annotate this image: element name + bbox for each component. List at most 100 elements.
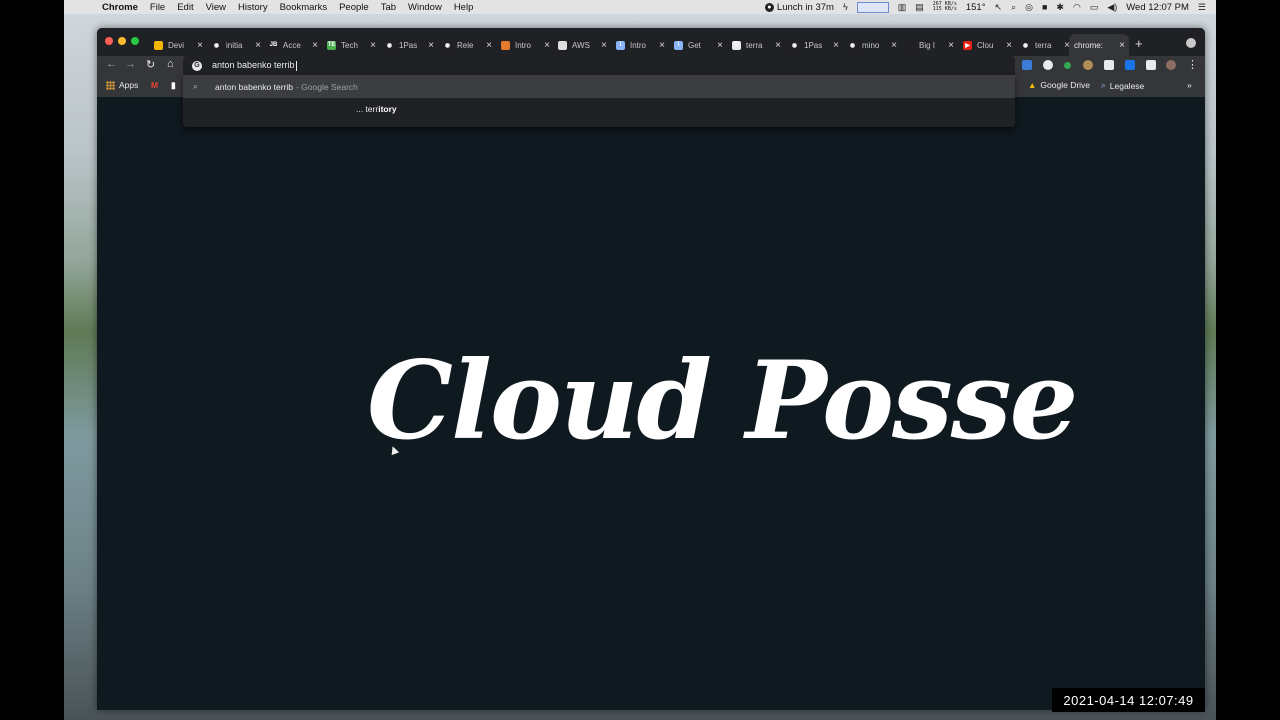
- bookmarks-overflow-chevron[interactable]: »: [1187, 80, 1192, 90]
- tab[interactable]: ◉ mino ×: [844, 34, 901, 56]
- tab[interactable]: Gterra ×: [728, 34, 785, 56]
- tab-title: terra: [1035, 40, 1052, 50]
- address-bar-input[interactable]: anton babenko terrib: [212, 60, 297, 71]
- display-icon[interactable]: ■: [1042, 2, 1047, 12]
- menu-file[interactable]: File: [150, 2, 165, 13]
- target-icon[interactable]: ◎: [1025, 2, 1033, 13]
- tab-close-icon[interactable]: ×: [889, 40, 899, 51]
- tab-close-icon[interactable]: ×: [657, 40, 667, 51]
- zoom-window-icon[interactable]: [131, 37, 139, 45]
- back-icon[interactable]: ←: [106, 58, 117, 70]
- extension-pocket-icon[interactable]: [1104, 60, 1114, 70]
- tab[interactable]: ◉ initia ×: [208, 34, 265, 56]
- trello-icon[interactable]: ▮: [171, 80, 176, 91]
- tab-close-icon[interactable]: ×: [773, 40, 783, 51]
- menu-edit[interactable]: Edit: [177, 2, 193, 13]
- tab[interactable]: chrome: ×: [1069, 34, 1129, 56]
- tab[interactable]: Devi ×: [150, 34, 207, 56]
- cursor-icon[interactable]: ↖: [995, 2, 1003, 13]
- menu-view[interactable]: View: [206, 2, 226, 13]
- memory-graph-icon[interactable]: [856, 1, 889, 13]
- menu-window[interactable]: Window: [408, 2, 442, 13]
- tab-close-icon[interactable]: ×: [426, 40, 436, 51]
- tab-title: initia: [226, 40, 243, 50]
- extensions-puzzle-icon[interactable]: [1146, 60, 1156, 70]
- tab[interactable]: Intro ×: [497, 34, 554, 56]
- extension-cookie-icon[interactable]: [1083, 60, 1093, 70]
- suggestion-google-search[interactable]: ⌕ anton babenko terrib - Google Search: [183, 75, 1015, 98]
- tab[interactable]: AWS ×: [554, 34, 611, 56]
- tab-title: 1Pas: [399, 40, 418, 50]
- tab-search-icon[interactable]: [1186, 38, 1196, 48]
- gmail-icon[interactable]: M: [151, 80, 158, 90]
- cloud-posse-logo: Cloud Posse: [367, 338, 1078, 464]
- tab-favicon: JB: [269, 40, 278, 50]
- forward-icon[interactable]: →: [125, 58, 136, 70]
- bookmark-legalese[interactable]: ⌕ Legalese: [1101, 80, 1144, 91]
- tab-close-icon[interactable]: ×: [946, 40, 956, 51]
- tab-close-icon[interactable]: ×: [1117, 40, 1127, 51]
- bookmark-apps[interactable]: Apps: [106, 80, 138, 90]
- tab[interactable]: ▶ Clou ×: [959, 34, 1016, 56]
- tab-close-icon[interactable]: ×: [368, 40, 378, 51]
- address-bar[interactable]: G anton babenko terrib: [183, 56, 1015, 75]
- calendar-reminder[interactable]: ● Lunch in 37m: [764, 2, 834, 13]
- menu-tab[interactable]: Tab: [381, 2, 396, 13]
- tab[interactable]: i Intro ×: [612, 34, 669, 56]
- browser-toolbar: ← → ↻ ⌂ G anton babenko terrib ⋮: [97, 56, 1205, 75]
- home-icon[interactable]: ⌂: [167, 58, 174, 70]
- suggestion-prefix: ... terr: [356, 104, 379, 114]
- tab[interactable]: ◉ 1Pas ×: [381, 34, 438, 56]
- tab-close-icon[interactable]: ×: [484, 40, 494, 51]
- volume-icon[interactable]: ◀): [1107, 2, 1117, 13]
- tab[interactable]: Big I ×: [901, 34, 958, 56]
- close-window-icon[interactable]: [105, 37, 113, 45]
- new-tab-icon[interactable]: +: [1135, 36, 1143, 51]
- tab-close-icon[interactable]: ×: [599, 40, 609, 51]
- tab-favicon: ◉: [212, 40, 221, 50]
- menu-bookmarks[interactable]: Bookmarks: [280, 2, 328, 13]
- tab-close-icon[interactable]: ×: [310, 40, 320, 51]
- menubar-clock[interactable]: Wed 12:07 PM: [1126, 2, 1189, 13]
- extension-mail-icon[interactable]: [1022, 60, 1032, 70]
- minimize-window-icon[interactable]: [118, 37, 126, 45]
- extension-rocket-icon[interactable]: [1043, 60, 1053, 70]
- search-icon[interactable]: ⌕: [1011, 2, 1016, 13]
- wifi-icon[interactable]: ◠: [1073, 2, 1081, 13]
- network-stats[interactable]: 267 KB/s 115 KB/s: [933, 2, 957, 12]
- tab-title: Clou: [977, 40, 994, 50]
- menu-people[interactable]: People: [339, 2, 369, 13]
- tab-close-icon[interactable]: ×: [195, 40, 205, 51]
- extension-camera-icon[interactable]: [1125, 60, 1135, 70]
- menu-help[interactable]: Help: [454, 2, 474, 13]
- temperature-reading[interactable]: 151°: [966, 2, 986, 13]
- cpu-icon[interactable]: ▤: [915, 2, 924, 13]
- chrome-menu-icon[interactable]: ⋮: [1187, 58, 1198, 71]
- tab-title: Acce: [283, 40, 301, 50]
- tab-title: terra: [746, 40, 763, 50]
- sliders-icon[interactable]: ▥: [898, 2, 907, 13]
- tab[interactable]: ◉ terra ×: [1017, 34, 1074, 56]
- tab-close-icon[interactable]: ×: [831, 40, 841, 51]
- tab-close-icon[interactable]: ×: [715, 40, 725, 51]
- tab[interactable]: ◉ Rele ×: [439, 34, 496, 56]
- menu-app-name[interactable]: Chrome: [102, 2, 138, 13]
- tab-close-icon[interactable]: ×: [542, 40, 552, 51]
- tab-favicon: [905, 40, 914, 50]
- menu-history[interactable]: History: [238, 2, 268, 13]
- profile-avatar[interactable]: [1166, 60, 1176, 70]
- suggestion-autocomplete[interactable]: ... territory: [356, 104, 397, 114]
- tab[interactable]: JB Acce ×: [265, 34, 322, 56]
- tab[interactable]: ◉ 1Pas ×: [786, 34, 843, 56]
- bluetooth-icon[interactable]: ✱: [1056, 2, 1064, 13]
- tab[interactable]: TE Tech ×: [323, 34, 380, 56]
- notification-center-icon[interactable]: ☰: [1198, 2, 1206, 13]
- tab-close-icon[interactable]: ×: [253, 40, 263, 51]
- extension-status-icon[interactable]: [1064, 62, 1071, 69]
- tab[interactable]: i Get ×: [670, 34, 727, 56]
- reload-icon[interactable]: ↻: [146, 58, 155, 71]
- battery-icon[interactable]: ▭: [1090, 2, 1099, 13]
- omnibox-suggestions: ⌕ anton babenko terrib - Google Search .…: [183, 75, 1015, 127]
- bookmark-google-drive[interactable]: ▲ Google Drive: [1028, 80, 1090, 90]
- tab-close-icon[interactable]: ×: [1004, 40, 1014, 51]
